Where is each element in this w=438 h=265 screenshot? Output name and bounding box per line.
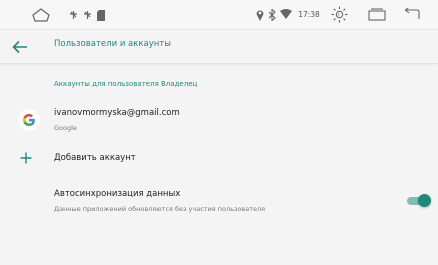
location-icon [255,8,264,21]
home-outline-icon[interactable] [30,7,52,23]
plus-icon [18,150,34,166]
google-icon [18,109,40,131]
sd-card-icon [96,9,105,21]
wifi-icon [279,8,292,21]
account-email: ivanovmormyska@gmail.com [54,108,180,118]
notification-icon [82,9,92,21]
account-provider: Google [54,124,77,132]
page-title: Пользователи и аккаунты [54,39,171,49]
auto-sync-toggle[interactable] [403,193,433,209]
recent-apps-icon[interactable] [367,7,387,22]
status-time: 17:38 [298,10,320,19]
auto-sync-title: Автосинхронизация данных [54,189,181,199]
toolbar: Пользователи и аккаунты [0,30,438,64]
auto-sync-summary: Данные приложений обновляются без участи… [54,205,266,213]
notification-icon [68,9,78,21]
back-nav-icon[interactable] [402,7,422,22]
arrow-left-icon[interactable] [10,38,30,56]
status-bar: 17:38 [0,0,438,30]
toggle-thumb [418,194,431,207]
brightness-icon[interactable] [330,5,348,23]
add-account-label: Добавить аккаунт [54,153,136,163]
bluetooth-icon [267,8,276,21]
section-header: Аккаунты для пользователя Владелец [54,80,198,88]
